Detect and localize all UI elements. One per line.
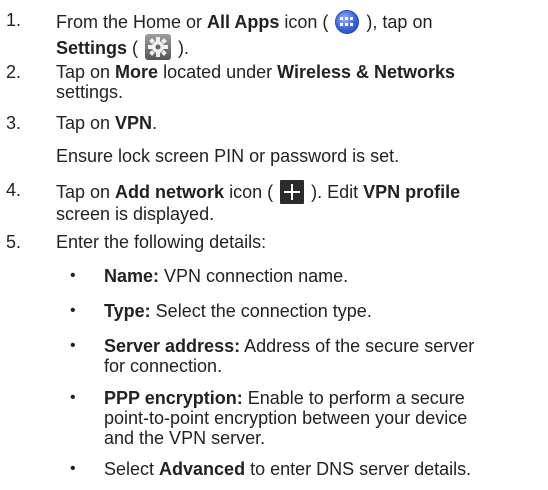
wireless-networks-term: Wireless & Networks [277, 62, 456, 82]
text-run: located under [158, 62, 278, 82]
bullet-marker: • [70, 267, 76, 284]
text-run: point-to-point encryption between your d… [104, 408, 468, 428]
bullet-text: Select Advanced to enter DNS server deta… [104, 459, 540, 479]
text-run: . [152, 113, 158, 133]
step-number: 4. [6, 180, 22, 200]
step-number: 5. [6, 232, 22, 252]
all-apps-icon [335, 10, 360, 34]
step-number: 1. [6, 10, 22, 30]
text-run: Select [104, 459, 160, 479]
text-run: icon ( [224, 182, 279, 202]
text-run: to enter DNS server details. [245, 459, 472, 479]
add-network-term: Add network [115, 182, 225, 202]
bullet-marker: • [70, 460, 76, 477]
step-number: 2. [6, 62, 22, 82]
text-run: ). Edit [306, 182, 364, 202]
text-run: From the Home or [56, 12, 208, 32]
text-run: icon ( [279, 12, 334, 32]
text-run: ( [127, 38, 144, 58]
text-run: VPN connection name. [159, 266, 349, 286]
bullet-marker: • [70, 337, 76, 354]
step-number: 3. [6, 113, 22, 133]
note-text: Ensure lock screen PIN or password is se… [56, 146, 400, 166]
step-text: Enter the following details: [56, 232, 267, 252]
bullet-marker: • [70, 389, 76, 406]
text-run: Tap on [56, 62, 116, 82]
step-text: Tap on VPN. [56, 113, 536, 133]
more-term: More [115, 62, 159, 82]
text-run: ). [173, 38, 190, 58]
text-run: Tap on [56, 182, 116, 202]
text-run: and the VPN server. [104, 428, 266, 448]
settings-term: Settings [56, 38, 128, 58]
text-run: ), tap on [361, 12, 433, 32]
vpn-profile-term: VPN profile [363, 182, 461, 202]
bullet-label: Type: [104, 301, 151, 321]
bullet-text: Type: Select the connection type. [104, 301, 540, 321]
vpn-term: VPN [115, 113, 153, 133]
bullet-text: PPP encryption: Enable to perform a secu… [104, 388, 540, 448]
text-run: Tap on [56, 113, 116, 133]
add-plus-icon [280, 180, 305, 204]
text-run: settings. [56, 82, 124, 102]
settings-gear-icon [145, 34, 172, 60]
text-run: Address of the secure server [240, 336, 475, 356]
step-text: From the Home or All Apps icon ( ), tap … [56, 10, 536, 60]
bullet-label: PPP encryption: [104, 388, 243, 408]
text-run: for connection. [104, 356, 223, 376]
bullet-label: Advanced [159, 459, 246, 479]
bullet-text: Name: VPN connection name. [104, 266, 540, 286]
bullet-marker: • [70, 302, 76, 319]
document-page: 1. From the Home or All Apps icon ( ), t… [0, 0, 548, 490]
step-text: Tap on Add network icon ( ). Edit VPN pr… [56, 180, 536, 224]
step-text: Tap on More located under Wireless & Net… [56, 62, 536, 102]
text-run: Select the connection type. [150, 301, 372, 321]
bullet-text: Server address: Address of the secure se… [104, 336, 540, 376]
bullet-label: Name: [104, 266, 160, 286]
text-run: screen is displayed. [56, 204, 215, 224]
all-apps-term: All Apps [207, 12, 280, 32]
text-run: Enable to perform a secure [242, 388, 465, 408]
bullet-label: Server address: [104, 336, 241, 356]
